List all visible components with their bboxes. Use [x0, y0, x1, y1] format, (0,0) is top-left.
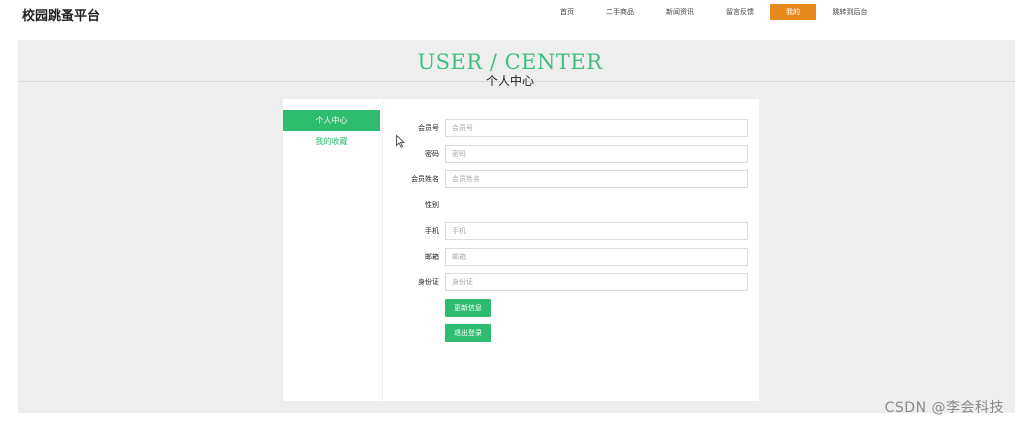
top-navbar: 校园跳蚤平台 首页 二手商品 新闻资讯 留言反馈 我的 跳转到后台 [0, 0, 1020, 26]
update-info-button[interactable]: 更新信息 [445, 299, 491, 317]
sidebar-item-my-favorites[interactable]: 我的收藏 [283, 131, 380, 152]
nav-item-second-hand-goods[interactable]: 二手商品 [601, 4, 639, 20]
hero-subtitle: 个人中心 [485, 74, 534, 88]
member-id-input[interactable] [445, 119, 748, 137]
hero-title: USER / CENTER [417, 50, 603, 74]
id-card-input[interactable] [445, 273, 748, 291]
password-input[interactable] [445, 145, 748, 163]
phone-input[interactable] [445, 222, 748, 240]
member-id-label: 会员号 [418, 124, 439, 132]
gender-label: 性别 [425, 201, 439, 209]
nav-item-go-admin[interactable]: 跳转到后台 [827, 4, 873, 20]
email-label: 邮箱 [425, 253, 439, 261]
nav-item-news[interactable]: 新闻资讯 [661, 4, 699, 20]
nav-item-feedback[interactable]: 留言反馈 [721, 4, 759, 20]
password-label: 密码 [425, 150, 439, 158]
watermark: CSDN @李会科技 [884, 400, 1004, 416]
sidebar-item-user-center[interactable]: 个人中心 [283, 110, 380, 131]
site-logo-text[interactable]: 校园跳蚤平台 [22, 5, 100, 24]
nav-item-home[interactable]: 首页 [553, 4, 581, 20]
nav-item-mine[interactable]: 我的 [770, 4, 816, 20]
member-name-input[interactable] [445, 170, 748, 188]
member-name-label: 会员姓名 [411, 175, 439, 183]
id-card-label: 身份证 [418, 278, 439, 286]
logout-button[interactable]: 退出登录 [445, 324, 491, 342]
email-input[interactable] [445, 248, 748, 266]
phone-label: 手机 [425, 227, 439, 235]
